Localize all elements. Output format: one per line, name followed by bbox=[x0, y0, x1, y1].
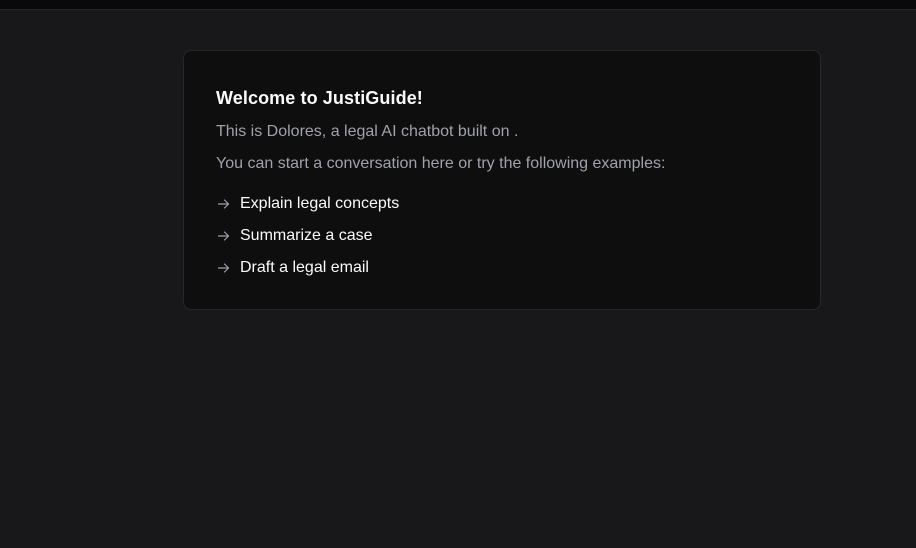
arrow-right-icon bbox=[216, 228, 232, 244]
instructions-text: You can start a conversation here or try… bbox=[216, 155, 666, 172]
welcome-title: Welcome to JustiGuide! bbox=[216, 88, 423, 108]
arrow-right-icon bbox=[216, 196, 232, 212]
example-draft-legal-email[interactable]: Draft a legal email bbox=[216, 258, 788, 278]
example-label: Summarize a case bbox=[240, 227, 373, 244]
example-label: Draft a legal email bbox=[240, 259, 369, 276]
top-bar bbox=[0, 0, 916, 10]
arrow-right-icon bbox=[216, 260, 232, 276]
example-summarize-case[interactable]: Summarize a case bbox=[216, 226, 788, 246]
intro-text: This is Dolores, a legal AI chatbot buil… bbox=[216, 123, 519, 140]
example-list: Explain legal concepts Summarize a case … bbox=[216, 194, 788, 278]
welcome-card: Welcome to JustiGuide! This is Dolores, … bbox=[183, 50, 821, 310]
example-explain-legal-concepts[interactable]: Explain legal concepts bbox=[216, 194, 788, 214]
example-label: Explain legal concepts bbox=[240, 195, 400, 212]
